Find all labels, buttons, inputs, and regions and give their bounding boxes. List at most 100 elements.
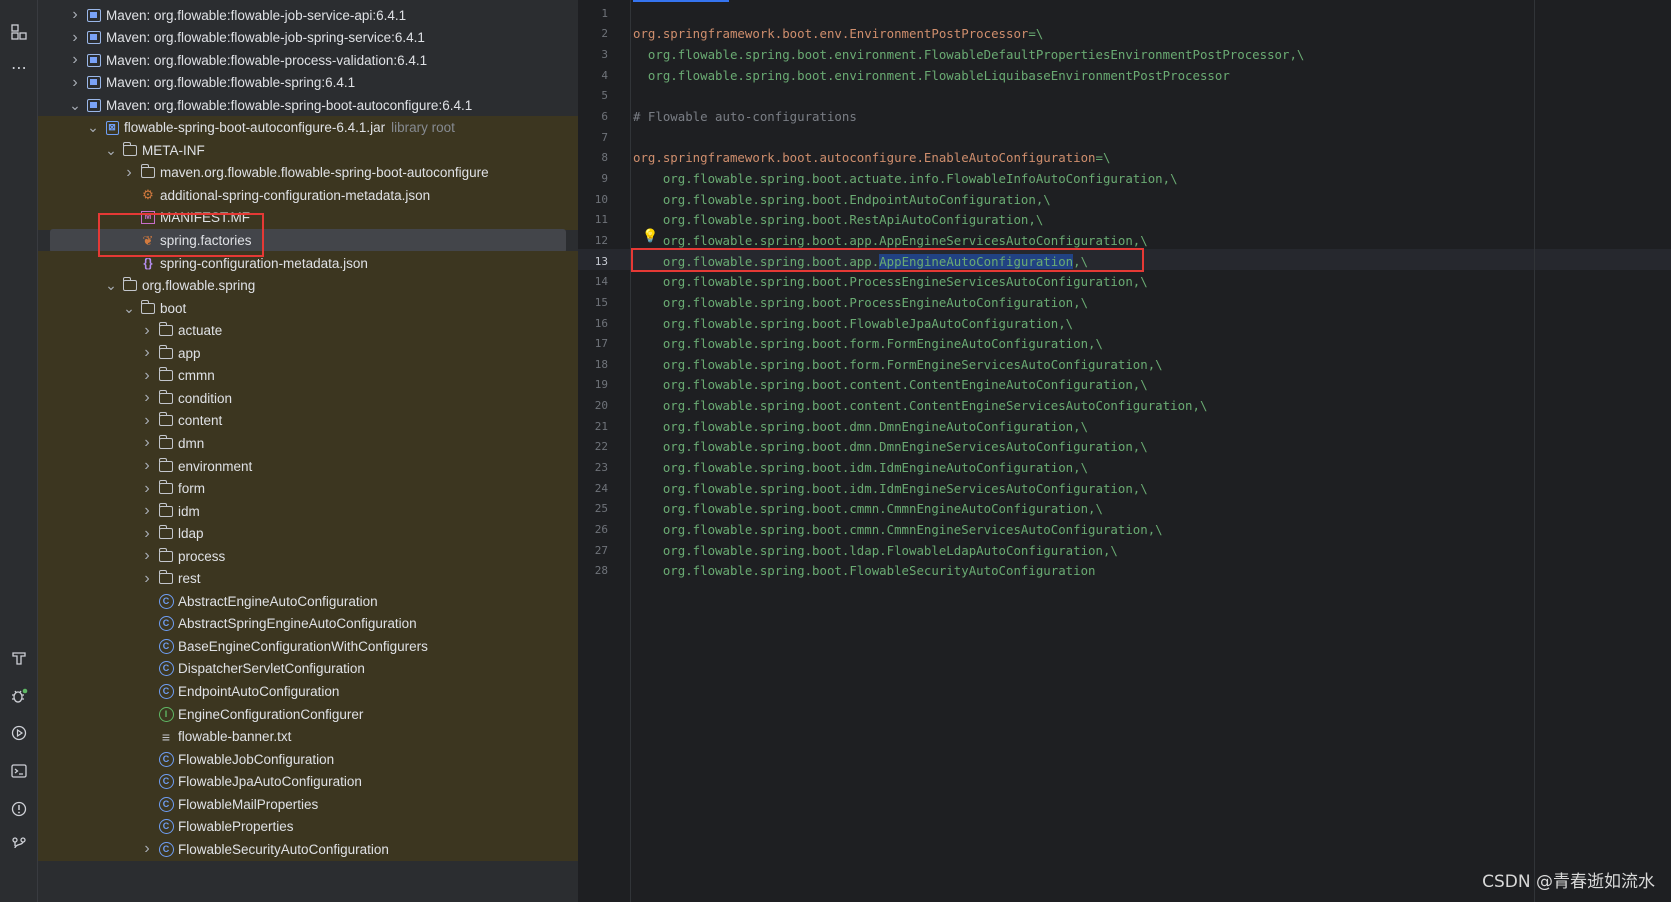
- debug-icon[interactable]: [7, 684, 31, 708]
- chevron-right-icon[interactable]: ›: [140, 322, 154, 340]
- chevron-right-icon[interactable]: ›: [140, 840, 154, 858]
- tree-row[interactable]: › form: [38, 476, 578, 501]
- code-line[interactable]: 8 org.springframework.boot.autoconfigure.…: [578, 148, 1671, 169]
- chevron-right-icon[interactable]: ›: [140, 434, 154, 452]
- line-number: 10: [594, 192, 608, 206]
- code-line[interactable]: 26 org.flowable.spring.boot.cmmn.CmmnEng…: [578, 519, 1671, 540]
- tree-row[interactable]: › Maven: org.flowable:flowable-process-va…: [38, 48, 578, 72]
- tree-row[interactable]: C DispatcherServletConfiguration: [38, 656, 578, 681]
- chevron-down-icon[interactable]: ⌄: [104, 277, 118, 294]
- more-icon[interactable]: ⋯: [7, 56, 31, 80]
- tree-row[interactable]: ⌄ ⊠ flowable-spring-boot-autoconfigure-6.4…: [38, 115, 578, 140]
- folder-icon: [158, 502, 174, 519]
- tree-row[interactable]: ⌄ Maven: org.flowable:flowable-spring-boo…: [38, 93, 578, 117]
- chevron-down-icon[interactable]: ⌄: [122, 300, 136, 317]
- tree-row[interactable]: C AbstractEngineAutoConfiguration: [38, 589, 578, 614]
- chevron-right-icon[interactable]: ›: [140, 344, 154, 362]
- code-line[interactable]: 2 org.springframework.boot.env.Environmen…: [578, 24, 1671, 45]
- chevron-down-icon[interactable]: ⌄: [68, 97, 82, 114]
- lightbulb-icon[interactable]: 💡: [642, 229, 658, 245]
- chevron-right-icon[interactable]: ›: [68, 6, 82, 24]
- code-line[interactable]: 24 org.flowable.spring.boot.idm.IdmEngin…: [578, 478, 1671, 499]
- code-line[interactable]: 19 org.flowable.spring.boot.content.Cont…: [578, 375, 1671, 396]
- tree-row[interactable]: C EndpointAutoConfiguration: [38, 679, 578, 704]
- structure-icon[interactable]: [7, 20, 31, 44]
- tree-row[interactable]: C FlowableJobConfiguration: [38, 747, 578, 772]
- code-line[interactable]: 25 org.flowable.spring.boot.cmmn.CmmnEng…: [578, 499, 1671, 520]
- chevron-right-icon[interactable]: ›: [140, 525, 154, 543]
- code-line[interactable]: 1: [578, 3, 1671, 24]
- tree-row[interactable]: C FlowableMailProperties: [38, 792, 578, 817]
- code-line[interactable]: 18 org.flowable.spring.boot.form.FormEng…: [578, 354, 1671, 375]
- code-line[interactable]: 6 # Flowable auto-configurations: [578, 106, 1671, 127]
- tree-row[interactable]: I EngineConfigurationConfigurer: [38, 702, 578, 727]
- tree-row[interactable]: › C FlowableSecurityAutoConfiguration: [38, 837, 578, 862]
- tree-row[interactable]: › Maven: org.flowable:flowable-job-servic…: [38, 3, 578, 27]
- chevron-right-icon[interactable]: ›: [140, 570, 154, 588]
- tree-row[interactable]: › Maven: org.flowable:flowable-spring:6.4…: [38, 71, 578, 95]
- tree-row[interactable]: C BaseEngineConfigurationWithConfigurers: [38, 634, 578, 659]
- chevron-right-icon[interactable]: ›: [140, 547, 154, 565]
- code-line[interactable]: 9 org.flowable.spring.boot.actuate.info.…: [578, 168, 1671, 189]
- tree-row[interactable]: › ldap: [38, 521, 578, 546]
- chevron-right-icon[interactable]: ›: [140, 502, 154, 520]
- chevron-right-icon[interactable]: ›: [68, 51, 82, 69]
- tree-row-label: spring-configuration-metadata.json: [160, 255, 368, 271]
- code-line[interactable]: 5: [578, 86, 1671, 107]
- code-line[interactable]: 15 org.flowable.spring.boot.ProcessEngin…: [578, 292, 1671, 313]
- chevron-right-icon[interactable]: ›: [140, 457, 154, 475]
- code-line[interactable]: 16 org.flowable.spring.boot.FlowableJpaA…: [578, 313, 1671, 334]
- problems-icon[interactable]: [7, 797, 31, 821]
- tree-row[interactable]: ⚙ additional-spring-configuration-metadat…: [38, 183, 578, 208]
- chevron-down-icon[interactable]: ⌄: [86, 119, 100, 136]
- vcs-icon[interactable]: [7, 832, 31, 856]
- code-line[interactable]: 23 org.flowable.spring.boot.idm.IdmEngin…: [578, 457, 1671, 478]
- chevron-right-icon[interactable]: ›: [140, 412, 154, 430]
- code-line[interactable]: 17 org.flowable.spring.boot.form.FormEng…: [578, 333, 1671, 354]
- tree-row[interactable]: › content: [38, 408, 578, 433]
- code-line[interactable]: 4 org.flowable.spring.boot.environment.F…: [578, 65, 1671, 86]
- tree-row[interactable]: › app: [38, 341, 578, 366]
- chevron-right-icon[interactable]: ›: [140, 389, 154, 407]
- code-line[interactable]: 20 org.flowable.spring.boot.content.Cont…: [578, 395, 1671, 416]
- tree-row[interactable]: › rest: [38, 566, 578, 591]
- code-line[interactable]: 28 org.flowable.spring.boot.FlowableSecu…: [578, 561, 1671, 582]
- chevron-down-icon[interactable]: ⌄: [104, 142, 118, 159]
- chevron-right-icon[interactable]: ›: [140, 367, 154, 385]
- property-value: org.flowable.spring.boot.cmmn.CmmnEngine…: [633, 522, 1163, 538]
- build-icon[interactable]: [7, 646, 31, 670]
- tree-row[interactable]: C AbstractSpringEngineAutoConfiguration: [38, 611, 578, 636]
- code-line[interactable]: 7: [578, 127, 1671, 148]
- tree-row[interactable]: › actuate: [38, 318, 578, 343]
- chevron-right-icon[interactable]: ›: [122, 164, 136, 182]
- tree-row[interactable]: › maven.org.flowable.flowable-spring-boot…: [38, 160, 578, 185]
- run-icon[interactable]: [7, 721, 31, 745]
- tree-row[interactable]: › process: [38, 544, 578, 569]
- tree-row[interactable]: ⌄ boot: [38, 296, 578, 321]
- tree-row[interactable]: ⌄ org.flowable.spring: [38, 273, 578, 298]
- tree-row[interactable]: › cmmn: [38, 363, 578, 388]
- code-line[interactable]: 3 org.flowable.spring.boot.environment.F…: [578, 44, 1671, 65]
- code-line[interactable]: 21 org.flowable.spring.boot.dmn.DmnEngin…: [578, 416, 1671, 437]
- tree-row[interactable]: ⌄ META-INF: [38, 138, 578, 163]
- tree-row[interactable]: › idm: [38, 499, 578, 524]
- chevron-right-icon[interactable]: ›: [68, 29, 82, 47]
- code-line[interactable]: 22 org.flowable.spring.boot.dmn.DmnEngin…: [578, 437, 1671, 458]
- chevron-right-icon[interactable]: ›: [68, 74, 82, 92]
- code-line[interactable]: 27 org.flowable.spring.boot.ldap.Flowabl…: [578, 540, 1671, 561]
- code-line[interactable]: 10 org.flowable.spring.boot.EndpointAuto…: [578, 189, 1671, 210]
- code-line[interactable]: 14 org.flowable.spring.boot.ProcessEngin…: [578, 271, 1671, 292]
- tree-row[interactable]: ≡ flowable-banner.txt: [38, 724, 578, 749]
- tree-row[interactable]: › Maven: org.flowable:flowable-job-spring…: [38, 26, 578, 50]
- tree-row[interactable]: › condition: [38, 386, 578, 411]
- tree-row[interactable]: › environment: [38, 454, 578, 478]
- abstract-class-icon: C: [158, 638, 174, 654]
- code-line[interactable]: 11 org.flowable.spring.boot.RestApiAutoC…: [578, 210, 1671, 231]
- tree-row[interactable]: C FlowableProperties: [38, 814, 578, 839]
- terminal-icon[interactable]: [7, 759, 31, 783]
- tree-row[interactable]: C FlowableJpaAutoConfiguration: [38, 769, 578, 794]
- tree-row[interactable]: › dmn: [38, 431, 578, 456]
- code-editor[interactable]: 1 2 org.springframework.boot.env.Environme…: [578, 0, 1671, 902]
- line-number: 26: [594, 523, 608, 537]
- chevron-right-icon[interactable]: ›: [140, 480, 154, 498]
